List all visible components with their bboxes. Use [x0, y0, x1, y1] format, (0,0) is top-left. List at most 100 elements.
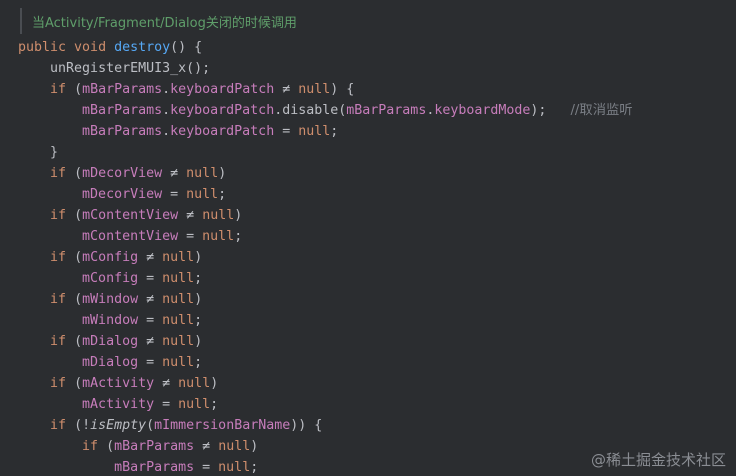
code-token-plain: = [194, 460, 219, 475]
code-token-kw: null [218, 439, 251, 454]
code-token-kw: if [82, 439, 107, 454]
code-token-plain: ) [210, 376, 219, 391]
code-line-current[interactable]: mContentView = null; [0, 226, 736, 247]
code-token-plain: = [178, 229, 203, 244]
code-token-plain: ) { [330, 82, 355, 97]
code-token-kw: if [50, 208, 75, 223]
code-token-plain: ; [330, 124, 339, 139]
code-line[interactable]: mDecorView = null; [18, 184, 736, 205]
code-token-kw: null [162, 355, 195, 370]
code-line[interactable]: } [18, 142, 736, 163]
code-token-kw: null [186, 187, 219, 202]
code-token-plain: unRegisterEMUI3_x(); [50, 61, 211, 76]
code-token-plain: = [138, 271, 163, 286]
code-token-plain: ≠ [138, 292, 163, 307]
code-token-plain: ( [106, 439, 115, 454]
code-token-plain: = [138, 313, 163, 328]
code-line[interactable]: if (mDecorView ≠ null) [18, 163, 736, 184]
code-token-kw: null [202, 208, 235, 223]
code-line[interactable]: mWindow = null; [18, 310, 736, 331]
code-line[interactable]: unRegisterEMUI3_x(); [18, 58, 736, 79]
code-token-fld: mActivity [82, 376, 155, 391]
code-token-plain: ≠ [154, 376, 179, 391]
code-token-kw: void [74, 40, 115, 55]
code-line[interactable]: if (mDialog ≠ null) [18, 331, 736, 352]
code-token-plain: ; [234, 229, 243, 244]
code-token-italic: isEmpty [90, 418, 147, 433]
code-token-fld: keyboardPatch [170, 82, 275, 97]
code-token-plain: ≠ [274, 82, 299, 97]
code-token-fld: mDecorView [82, 187, 163, 202]
code-token-plain: ) [194, 334, 203, 349]
code-token-plain: ( [74, 334, 83, 349]
code-token-plain: ; [218, 187, 227, 202]
code-token-plain: .disable( [274, 103, 347, 118]
code-token-plain: ); [530, 103, 571, 118]
code-token-kw: null [218, 460, 251, 475]
code-token-kw: null [162, 250, 195, 265]
code-token-kw: null [186, 166, 219, 181]
code-line[interactable]: mBarParams.keyboardPatch = null; [18, 121, 736, 142]
code-token-kw: null [162, 271, 195, 286]
code-line[interactable]: mBarParams.keyboardPatch.disable(mBarPar… [18, 100, 736, 121]
code-line[interactable]: if (mBarParams.keyboardPatch ≠ null) { [18, 79, 736, 100]
code-token-fn: destroy [114, 40, 171, 55]
code-token-plain: ( [74, 82, 83, 97]
code-token-fld: mDialog [82, 334, 139, 349]
code-token-kw: null [202, 229, 235, 244]
code-token-kw: null [162, 334, 195, 349]
code-token-kw: null [298, 82, 331, 97]
code-editor[interactable]: 当Activity/Fragment/Dialog关闭的时候调用 public … [0, 0, 736, 476]
code-line[interactable]: if (mConfig ≠ null) [18, 247, 736, 268]
code-token-plain: ≠ [138, 250, 163, 265]
code-token-fld: mContentView [82, 229, 179, 244]
code-token-fld: mImmersionBarName [154, 418, 291, 433]
code-token-fld: mBarParams [346, 103, 427, 118]
code-token-fld: keyboardPatch [170, 103, 275, 118]
code-token-plain: ) [234, 208, 243, 223]
code-token-plain: ; [194, 355, 203, 370]
code-line[interactable]: if (mContentView ≠ null) [18, 205, 736, 226]
code-token-fld: mContentView [82, 208, 179, 223]
code-line[interactable]: public void destroy() { [18, 37, 736, 58]
code-token-cm: //取消监听 [570, 103, 633, 118]
code-line[interactable]: if (mWindow ≠ null) [18, 289, 736, 310]
code-token-kw: if [50, 334, 75, 349]
code-line[interactable]: mDialog = null; [18, 352, 736, 373]
code-token-plain: ) [194, 292, 203, 307]
watermark: @稀土掘金技术社区 [590, 451, 726, 469]
code-area[interactable]: public void destroy() { unRegisterEMUI3_… [0, 37, 736, 476]
code-token-plain: )) { [290, 418, 323, 433]
code-token-kw: if [50, 82, 75, 97]
code-token-plain: ≠ [138, 334, 163, 349]
code-line[interactable]: if (!isEmpty(mImmersionBarName)) { [18, 415, 736, 436]
code-token-plain: ( [74, 250, 83, 265]
code-line[interactable]: mConfig = null; [18, 268, 736, 289]
code-token-plain: ( [74, 166, 83, 181]
code-line[interactable]: if (mActivity ≠ null) [18, 373, 736, 394]
code-token-plain: ) [250, 439, 259, 454]
code-token-fld: mWindow [82, 292, 139, 307]
code-line[interactable]: mActivity = null; [18, 394, 736, 415]
code-token-plain: ≠ [162, 166, 187, 181]
code-token-plain: ≠ [178, 208, 203, 223]
code-token-fld: mActivity [82, 397, 155, 412]
code-token-kw: null [178, 397, 211, 412]
code-token-fld: keyboardMode [434, 103, 531, 118]
code-token-plain: . [162, 82, 171, 97]
code-token-kw: if [50, 166, 75, 181]
